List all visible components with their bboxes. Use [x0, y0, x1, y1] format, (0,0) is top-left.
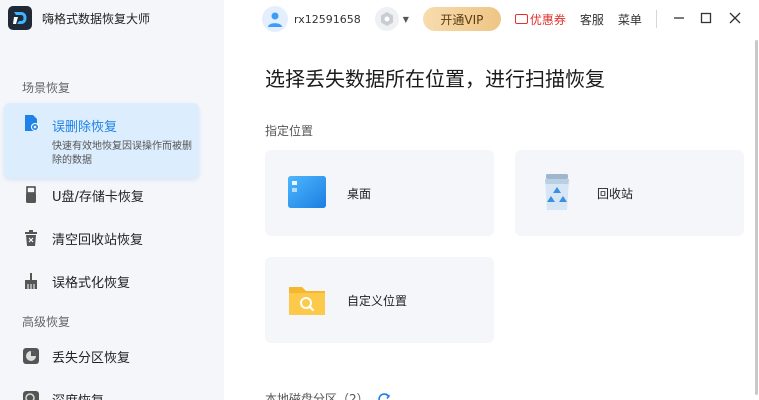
location-label: 自定义位置: [347, 294, 408, 308]
sidebar-item-label: 深度恢复: [52, 390, 104, 400]
chevron-down-icon: ▼: [402, 14, 409, 24]
minimize-button[interactable]: [669, 8, 689, 28]
coupon-button[interactable]: 优惠券: [514, 11, 566, 28]
location-card-desktop[interactable]: 桌面: [265, 150, 494, 236]
sidebar-item-label: 误删除恢复: [52, 120, 118, 135]
sidebar-item-deep[interactable]: 深度恢复: [0, 379, 224, 400]
section-label-advanced: 高级恢复: [22, 315, 71, 329]
customer-service-button[interactable]: 客服: [580, 11, 604, 28]
desktop-icon: [288, 176, 326, 208]
menu-button[interactable]: 菜单: [618, 11, 642, 28]
app-logo-icon: [8, 6, 32, 30]
close-icon: [729, 12, 741, 24]
level-badge-icon: [374, 7, 399, 31]
recycle-bin-icon: [545, 174, 569, 210]
sidebar-item-label: 丢失分区恢复: [52, 350, 131, 366]
usb-icon: [22, 186, 40, 204]
section-label-scene: 场景恢复: [22, 81, 71, 95]
sidebar-item-recycle[interactable]: 清空回收站恢复: [0, 218, 224, 258]
maximize-button[interactable]: [696, 8, 716, 28]
disk-icon: [22, 347, 40, 365]
refresh-icon[interactable]: [377, 392, 391, 400]
sidebar-item-description: 快速有效地恢复因误操作而被删除的数据: [52, 141, 192, 166]
sidebar: 嗨格式数据恢复大师 场景恢复 误删除恢复 快速有效地恢复因误操作而被删除的数据 …: [0, 0, 224, 400]
header-divider: [656, 10, 657, 28]
sidebar-item-format[interactable]: 误格式化恢复: [0, 261, 224, 301]
scrollbar-thumb[interactable]: [755, 40, 758, 395]
user-icon: [268, 12, 282, 27]
sidebar-item-usb[interactable]: U盘/存储卡恢复: [0, 175, 224, 215]
header-toolbar: rx12591658 ▼ 开通VIP 优惠券 客服 菜单: [262, 4, 642, 34]
coupon-label: 优惠券: [529, 12, 566, 27]
location-label: 桌面: [347, 187, 372, 201]
brush-icon: [22, 272, 40, 290]
disk-section-title: 本地磁盘分区（2）: [265, 392, 369, 400]
deep-scan-icon: [22, 390, 40, 400]
sidebar-item-label: 误格式化恢复: [52, 275, 131, 291]
sidebar-item-partition[interactable]: 丢失分区恢复: [0, 336, 224, 376]
location-card-recycle-bin[interactable]: 回收站: [515, 150, 744, 236]
level-dropdown[interactable]: ▼: [374, 7, 409, 31]
maximize-icon: [700, 12, 712, 24]
close-button[interactable]: [725, 8, 745, 28]
sidebar-item-label: 清空回收站恢复: [52, 232, 144, 248]
sidebar-item-label: U盘/存储卡恢复: [52, 189, 144, 205]
file-delete-icon: [25, 115, 39, 131]
location-label: 回收站: [597, 187, 634, 201]
disk-section-label: 本地磁盘分区（2）: [265, 390, 391, 400]
section-label-locations: 指定位置: [265, 124, 314, 138]
app-header: 嗨格式数据恢复大师: [8, 6, 150, 30]
app-title: 嗨格式数据恢复大师: [42, 11, 151, 26]
avatar[interactable]: [262, 6, 288, 32]
minimize-icon: [674, 17, 684, 19]
folder-search-icon: [289, 287, 325, 315]
trash-icon: [22, 229, 40, 247]
sidebar-item-accidental-delete[interactable]: 误删除恢复 快速有效地恢复因误操作而被删除的数据: [4, 103, 199, 178]
username: rx12591658: [294, 12, 361, 26]
page-title: 选择丢失数据所在位置，进行扫描恢复: [265, 67, 605, 91]
location-card-custom[interactable]: 自定义位置: [265, 257, 494, 343]
ticket-icon: [514, 14, 528, 24]
vip-button[interactable]: 开通VIP: [422, 7, 501, 31]
